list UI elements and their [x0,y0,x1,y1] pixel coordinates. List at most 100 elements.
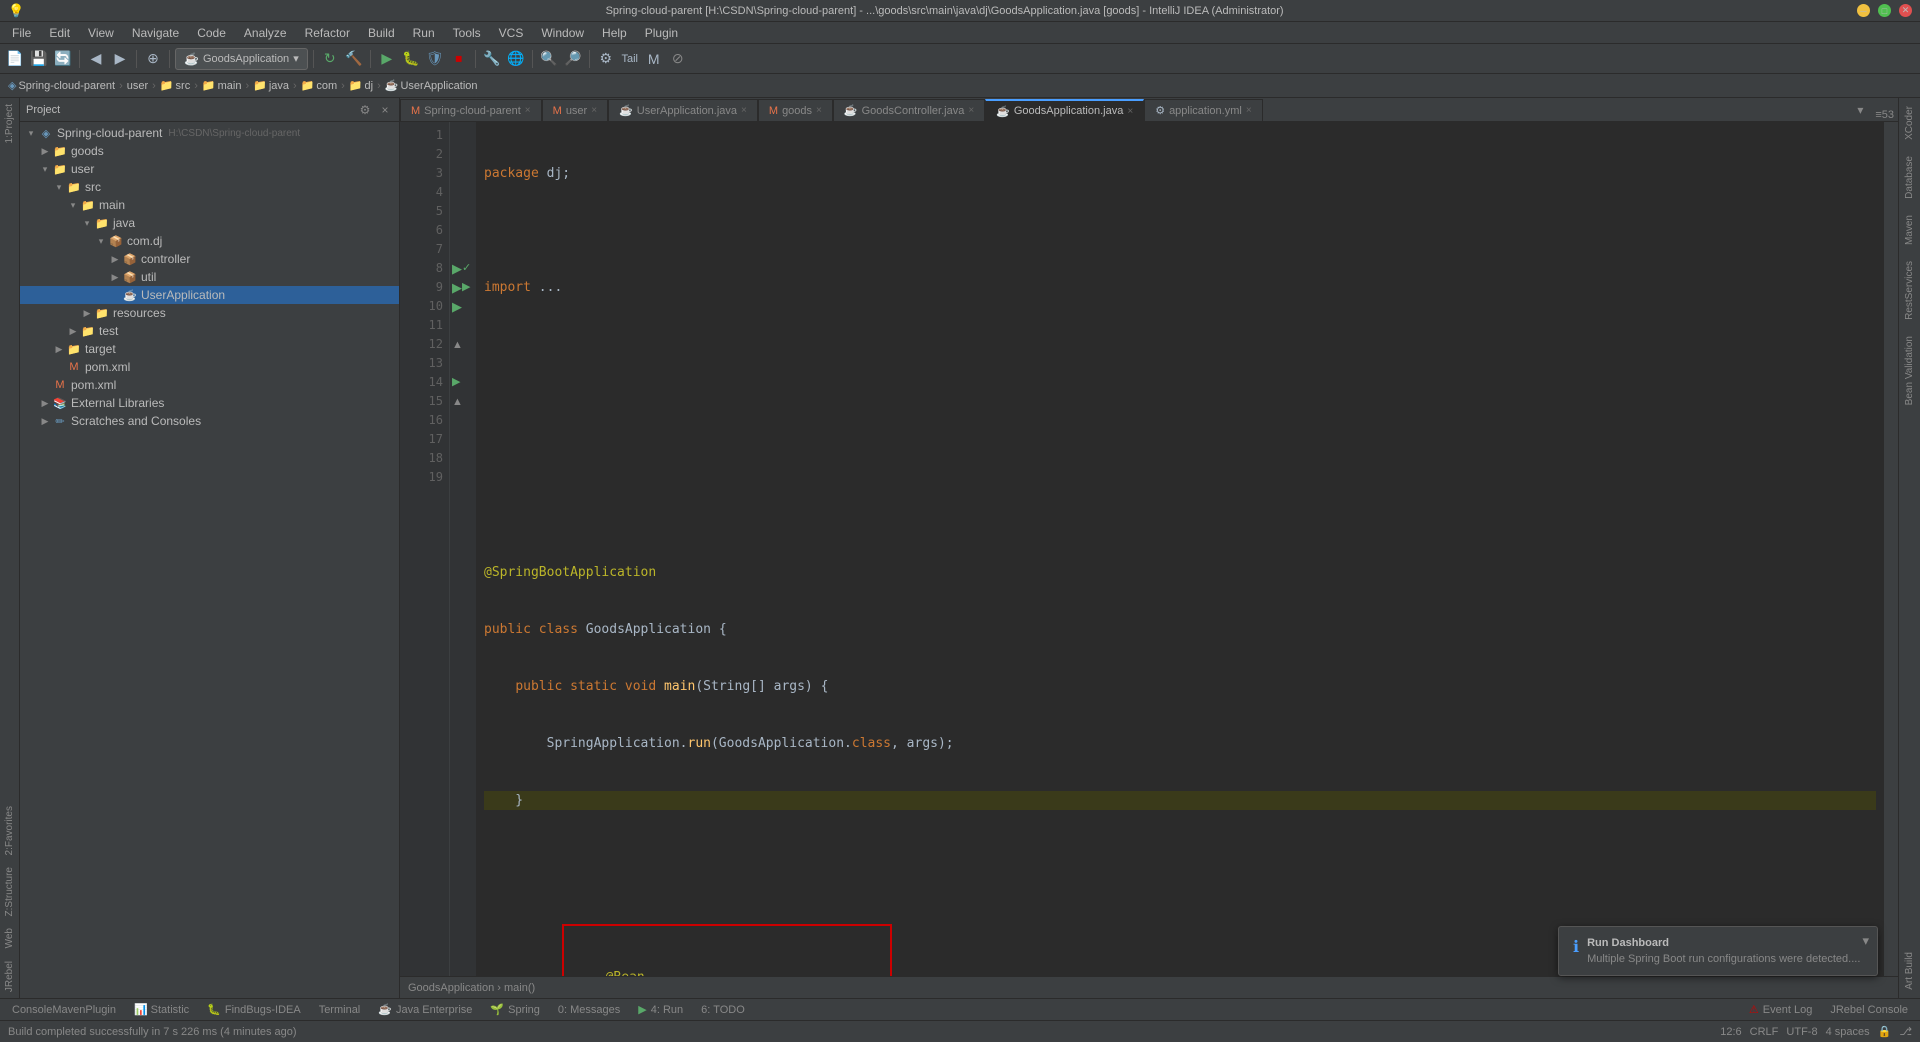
maven-button[interactable]: M [643,48,665,70]
scroll-indicator[interactable] [1884,122,1898,976]
build-button[interactable]: 🔨 [343,48,365,70]
bottom-tab-messages[interactable]: 0: Messages [550,1002,628,1018]
gutter-9[interactable]: ▶ ▶ [452,278,474,297]
tree-item-scratches[interactable]: ▶ ✏ Scratches and Consoles [20,412,399,430]
debug-icon-8[interactable]: ✓ [462,259,471,278]
run-icon-14[interactable]: ▶ [452,373,460,392]
tab-close-scp[interactable]: × [525,105,531,116]
bottom-tab-consolemavenplugin[interactable]: ConsoleMavenPlugin [4,1002,124,1018]
breadcrumb-user[interactable]: user [127,80,148,92]
right-tab-xcoder[interactable]: XCoder [1901,98,1918,148]
project-panel-toggle[interactable]: 1:Project [1,98,18,149]
bottom-tab-run[interactable]: ▶ 4: Run [630,1001,691,1018]
new-file-button[interactable]: 📄 [4,48,26,70]
gutter-14[interactable]: ▶ [452,373,474,392]
minimize-button[interactable]: ─ [1857,4,1870,17]
right-tab-restservices[interactable]: RestServices [1901,253,1918,328]
tab-overflow-btn[interactable]: ▾ [1849,99,1871,121]
debug-icon-9[interactable]: ▶ [462,278,470,297]
tree-item-util[interactable]: ▶ 📦 util [20,268,399,286]
tree-item-target[interactable]: ▶ 📁 target [20,340,399,358]
tree-item-resources[interactable]: ▶ 📁 resources [20,304,399,322]
open-in-browser[interactable]: 🌐 [505,48,527,70]
tab-appyml[interactable]: ⚙ application.yml × [1144,99,1262,121]
panel-settings-btn[interactable]: ⚙ [357,102,373,118]
menu-help[interactable]: Help [594,24,635,42]
right-tab-artbuild[interactable]: Art Build [1901,944,1918,998]
tab-close-goods[interactable]: × [816,105,822,116]
menu-run[interactable]: Run [405,24,443,42]
run-icon-9[interactable]: ▶ [452,278,462,297]
run-icon-10[interactable]: ▶ [452,297,462,316]
tab-close-ga[interactable]: × [1127,106,1133,117]
breadcrumb-java[interactable]: java [269,80,289,92]
recent-files-button[interactable]: ⊕ [142,48,164,70]
run-with-coverage[interactable]: 🛡 [424,48,446,70]
bottom-tab-javaenterprise[interactable]: ☕ Java Enterprise [370,1001,480,1018]
jrebel-panel-toggle[interactable]: JRebel [1,955,18,998]
menu-view[interactable]: View [80,24,122,42]
forward-button[interactable]: ▶ [109,48,131,70]
tree-item-root[interactable]: ▾ ◈ Spring-cloud-parent H:\CSDN\Spring-c… [20,124,399,142]
menu-build[interactable]: Build [360,24,403,42]
stop-button[interactable]: ⏹ [448,48,470,70]
structure-panel-toggle[interactable]: Z:Structure [1,861,18,922]
run-button[interactable]: ▶ [376,48,398,70]
bottom-tab-jrebelconsole[interactable]: JRebel Console [1822,1002,1916,1018]
debug-button[interactable]: 🐛 [400,48,422,70]
run-config-dropdown[interactable]: ☕ GoodsApplication ▾ [175,48,308,70]
close-button[interactable]: ✕ [1899,4,1912,17]
run-icon-8[interactable]: ▶ [452,259,462,278]
attach-debugger[interactable]: 🔧 [481,48,503,70]
breadcrumb-com[interactable]: com [316,80,337,92]
breadcrumb-userapplication[interactable]: UserApplication [400,80,477,92]
tree-item-goods[interactable]: ▶ 📁 goods [20,142,399,160]
code-editor[interactable]: package dj; import ... @SpringBootApplic… [476,122,1884,976]
tab-close-yml[interactable]: × [1246,105,1252,116]
breadcrumb-src[interactable]: src [176,80,191,92]
tree-item-userapplication[interactable]: ☕ UserApplication [20,286,399,304]
tab-user[interactable]: M user × [542,99,608,121]
tree-item-comdj[interactable]: ▾ 📦 com.dj [20,232,399,250]
right-tab-database[interactable]: Database [1901,148,1918,207]
tree-item-pom-user[interactable]: M pom.xml [20,358,399,376]
tab-goods[interactable]: M goods × [758,99,833,121]
tree-item-controller[interactable]: ▶ 📦 controller [20,250,399,268]
menu-plugin[interactable]: Plugin [637,24,686,42]
menu-code[interactable]: Code [189,24,234,42]
menu-tools[interactable]: Tools [445,24,489,42]
search-button2[interactable]: 🔎 [562,48,584,70]
tab-close-user[interactable]: × [591,105,597,116]
tail-button[interactable]: Tail [619,48,641,70]
tab-goodsapplication[interactable]: ☕ GoodsApplication.java × [985,99,1144,121]
sync-button[interactable]: 🔄 [52,48,74,70]
bottom-tab-eventlog[interactable]: ⚠ Event Log [1741,1001,1820,1018]
settings-button[interactable]: ⚙ [595,48,617,70]
tree-item-src[interactable]: ▾ 📁 src [20,178,399,196]
menu-analyze[interactable]: Analyze [236,24,295,42]
bottom-tab-todo[interactable]: 6: TODO [693,1002,753,1018]
menu-vcs[interactable]: VCS [491,24,532,42]
tree-item-pom-root[interactable]: M pom.xml [20,376,399,394]
tab-userapplication[interactable]: ☕ UserApplication.java × [608,99,758,121]
fold-icon-12[interactable]: ▲ [452,339,463,351]
no-action[interactable]: ⊘ [667,48,689,70]
save-button[interactable]: 💾 [28,48,50,70]
favorites-panel-toggle[interactable]: 2:Favorites [1,800,18,861]
gutter-8[interactable]: ▶ ✓ [452,259,474,278]
bottom-tab-findbugs[interactable]: 🐛 FindBugs-IDEA [199,1001,309,1018]
tree-item-ext-libs[interactable]: ▶ 📚 External Libraries [20,394,399,412]
breadcrumb-main[interactable]: main [218,80,242,92]
bottom-tab-spring[interactable]: 🌱 Spring [482,1001,548,1018]
tree-item-test[interactable]: ▶ 📁 test [20,322,399,340]
tab-goodscontroller[interactable]: ☕ GoodsController.java × [833,99,985,121]
search-everywhere[interactable]: 🔍 [538,48,560,70]
right-tab-maven[interactable]: Maven [1901,207,1918,253]
gutter-10[interactable]: ▶ [452,297,474,316]
menu-refactor[interactable]: Refactor [297,24,358,42]
menu-edit[interactable]: Edit [41,24,78,42]
menu-file[interactable]: File [4,24,39,42]
menu-window[interactable]: Window [533,24,592,42]
tab-spring-cloud-parent[interactable]: M Spring-cloud-parent × [400,99,542,121]
web-panel-toggle[interactable]: Web [1,922,18,954]
